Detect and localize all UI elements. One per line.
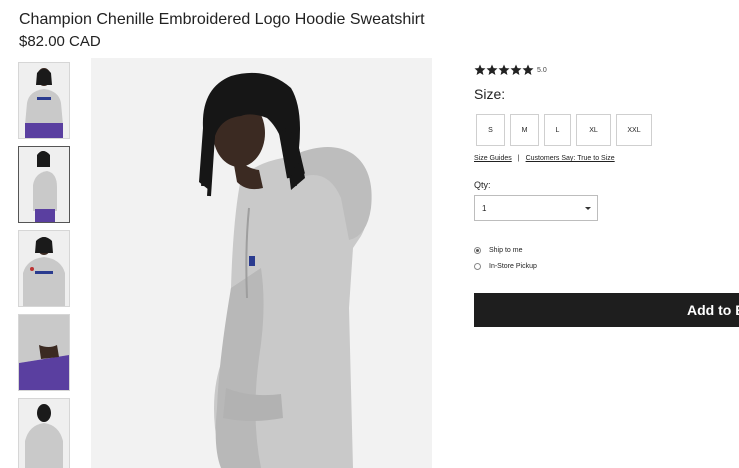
size-option-m[interactable]: M (510, 114, 539, 146)
customers-say-link[interactable]: Customers Say: True to Size (526, 155, 615, 162)
link-separator: | (517, 155, 520, 162)
in-store-pickup-label: In-Store Pickup (489, 262, 537, 270)
product-page: Champion Chenille Embroidered Logo Hoodi… (0, 0, 739, 468)
size-option-l[interactable]: L (544, 114, 571, 146)
size-links: Size Guides | Customers Say: True to Size (474, 155, 615, 162)
star-icon (474, 64, 486, 75)
star-icon (486, 64, 498, 75)
main-product-image[interactable] (91, 58, 432, 468)
thumbnail-sleeve[interactable] (18, 314, 70, 391)
rating-value: 5.0 (537, 66, 547, 74)
caret-down-icon (585, 206, 591, 210)
thumbnail-side[interactable] (18, 146, 70, 223)
star-icon (498, 64, 510, 75)
size-option-xl[interactable]: XL (576, 114, 611, 146)
size-option-xxl[interactable]: XXL (616, 114, 652, 146)
ship-to-me-radio[interactable] (474, 246, 481, 254)
in-store-pickup-option[interactable]: In-Store Pickup (474, 259, 537, 273)
thumbnail-back[interactable] (18, 398, 70, 468)
ship-to-me-option[interactable]: Ship to me (474, 243, 537, 257)
star-icon (510, 64, 522, 75)
star-icon (522, 64, 534, 75)
rating[interactable]: 5.0 (474, 64, 547, 76)
size-option-s[interactable]: S (476, 114, 505, 146)
thumbnail-chest-logo[interactable] (18, 230, 70, 307)
size-label: Size: (474, 86, 506, 102)
size-guides-link[interactable]: Size Guides (474, 155, 512, 162)
ship-to-me-label: Ship to me (489, 246, 523, 254)
quantity-select[interactable]: 1 (474, 195, 598, 221)
shipping-options: Ship to me In-Store Pickup (474, 243, 537, 275)
quantity-value: 1 (482, 203, 487, 213)
add-to-bag-button[interactable]: Add to Bag (474, 293, 739, 327)
size-selector: S M L XL XXL (476, 114, 657, 146)
quantity-label: Qty: (474, 180, 491, 190)
thumbnail-front[interactable] (18, 62, 70, 139)
product-price: $82.00 CAD (19, 33, 101, 50)
product-title: Champion Chenille Embroidered Logo Hoodi… (19, 11, 425, 28)
in-store-pickup-radio[interactable] (474, 262, 481, 270)
